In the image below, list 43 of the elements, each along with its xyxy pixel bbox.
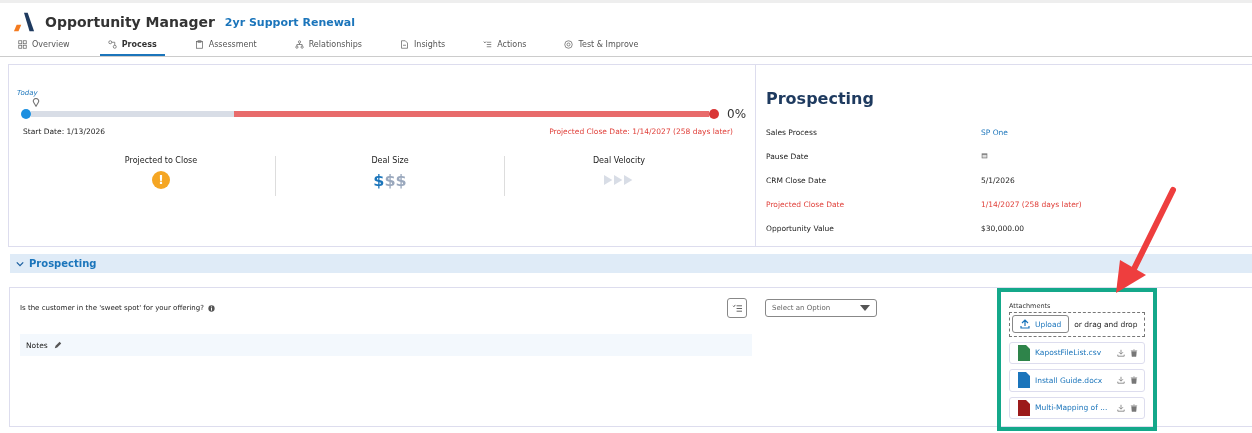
pencil-icon[interactable] [53, 341, 62, 349]
stage-title: Prospecting [766, 89, 875, 108]
start-marker [21, 109, 31, 119]
clipboard-icon [194, 39, 204, 49]
metric-label: Projected to Close [124, 156, 198, 165]
flow-icon [107, 39, 117, 49]
progress-percent: 0% [727, 107, 747, 121]
delete-icon[interactable] [1130, 376, 1138, 385]
tab[interactable]: Actions [475, 34, 535, 56]
tab[interactable]: Test & Improve [556, 34, 647, 56]
pin-icon [32, 98, 40, 107]
metric-label: Deal Velocity [592, 156, 646, 165]
checklist-button[interactable] [727, 298, 747, 318]
download-icon[interactable] [1117, 348, 1125, 357]
download-icon[interactable] [1117, 403, 1125, 412]
tab[interactable]: Overview [10, 34, 78, 56]
delete-icon[interactable] [1130, 403, 1138, 412]
metric-label: Deal Size [371, 156, 409, 165]
tab[interactable]: Process [99, 34, 165, 56]
target-icon [564, 39, 574, 49]
download-icon[interactable] [1117, 376, 1125, 385]
info-icon[interactable] [207, 304, 215, 312]
tab[interactable]: Relationships [286, 34, 370, 56]
upload-icon [1020, 319, 1030, 330]
deal-size-rating: $$$ [373, 171, 407, 190]
checklist-icon [731, 303, 743, 313]
delete-icon[interactable] [1130, 348, 1138, 357]
warning-icon: ! [152, 171, 170, 189]
velocity-arrows-icon [604, 174, 634, 186]
tree-icon [294, 39, 304, 49]
list-icon [483, 39, 493, 49]
doc-icon [399, 39, 409, 49]
end-marker [709, 109, 719, 119]
logo-icon [13, 11, 35, 33]
tab[interactable]: Insights [391, 34, 454, 56]
app-title: Opportunity Manager [45, 14, 215, 30]
grid-icon [18, 39, 27, 49]
dropdown-caret-icon [860, 305, 870, 311]
calendar-icon[interactable] [981, 151, 988, 159]
tab[interactable]: Assessment [186, 34, 265, 56]
record-link[interactable]: 2yr Support Renewal [224, 15, 356, 29]
section-header[interactable]: Prospecting [10, 254, 1252, 273]
section-title: Prospecting [29, 258, 97, 269]
